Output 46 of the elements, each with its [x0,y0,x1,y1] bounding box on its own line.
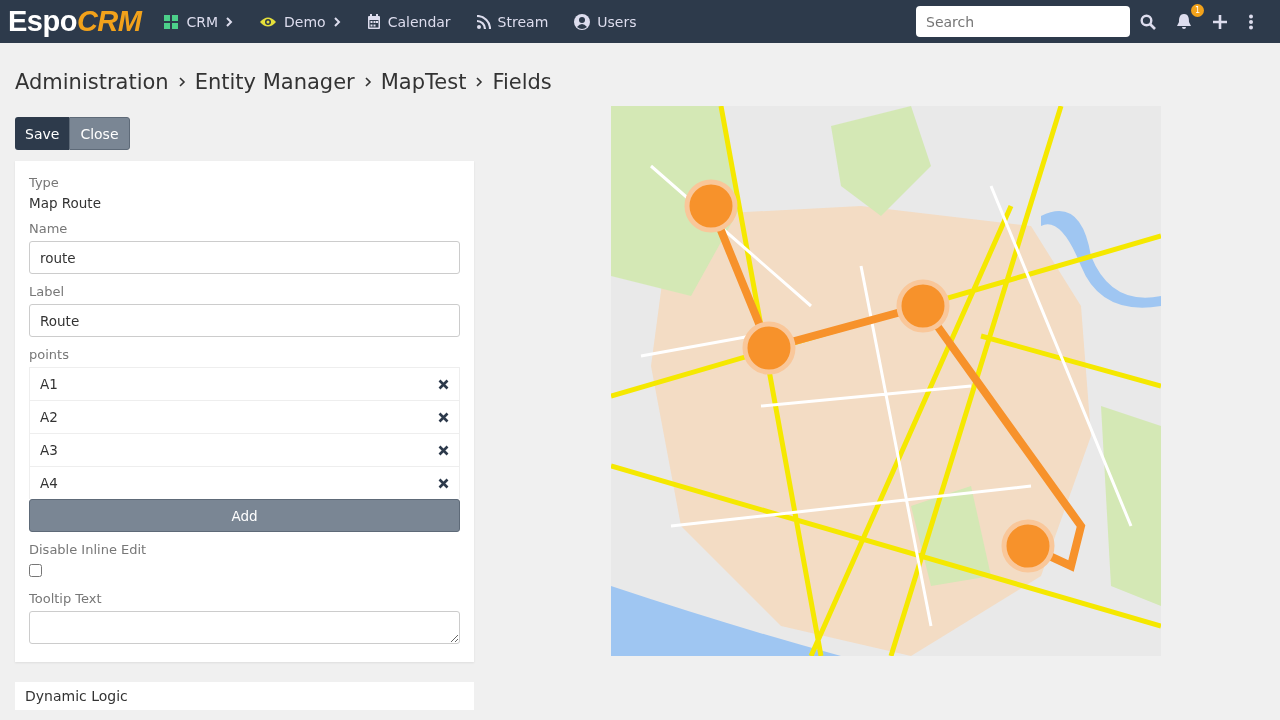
nav-link[interactable]: Calendar [366,13,451,30]
nav-link[interactable]: Users [574,13,637,30]
plus-icon[interactable] [1212,13,1228,30]
remove-icon[interactable] [438,477,449,489]
eye-icon [259,15,278,28]
breadcrumb-item: Fields [492,70,552,94]
item-text: A3 [40,442,58,458]
logo[interactable]: EspoCRM [8,5,142,38]
search-field[interactable]: Search [916,6,1130,37]
chevron-icon [475,76,484,88]
bell-icon[interactable] [1176,13,1192,30]
item-text: A2 [40,409,58,425]
remove-icon[interactable] [438,444,449,456]
calendar-icon [366,13,381,30]
field-label: Tooltip Text [29,591,103,606]
nav-link[interactable]: Demo [259,13,341,30]
nav-link[interactable]: CRM [163,13,234,30]
field-label: points [29,347,70,362]
search-icon[interactable] [1140,13,1156,30]
field-label: Disable Inline Edit [29,542,148,557]
notification-badge: 1 [1191,4,1204,17]
remove-icon[interactable] [438,411,449,423]
breadcrumb-item[interactable]: MapTest [380,70,467,94]
save-button[interactable]: Save [15,117,70,150]
add-button[interactable]: Add [29,499,460,532]
text-field[interactable]: Route [29,304,460,337]
field-label: Label [29,284,66,299]
remove-icon[interactable] [438,378,449,390]
close-button[interactable]: Close [69,117,130,150]
chevron-icon [177,76,186,88]
chevron-icon [363,76,372,88]
breadcrumb-item[interactable]: Entity Manager [194,70,355,94]
feed-icon [476,14,491,29]
item-text: A4 [40,475,58,491]
panel-title: Dynamic Logic [25,688,128,704]
user-icon [574,13,591,30]
nav-link[interactable]: Stream [476,13,549,30]
grid-icon [163,13,180,30]
field-label: Name [29,221,69,236]
text-field[interactable]: route [29,241,460,274]
more-icon[interactable] [1248,13,1254,30]
breadcrumb-item[interactable]: Administration [15,70,169,94]
item-text: A1 [40,376,58,392]
checkbox[interactable] [29,564,42,577]
field-value: Map Route [29,195,102,211]
field-label: Type [29,175,60,190]
